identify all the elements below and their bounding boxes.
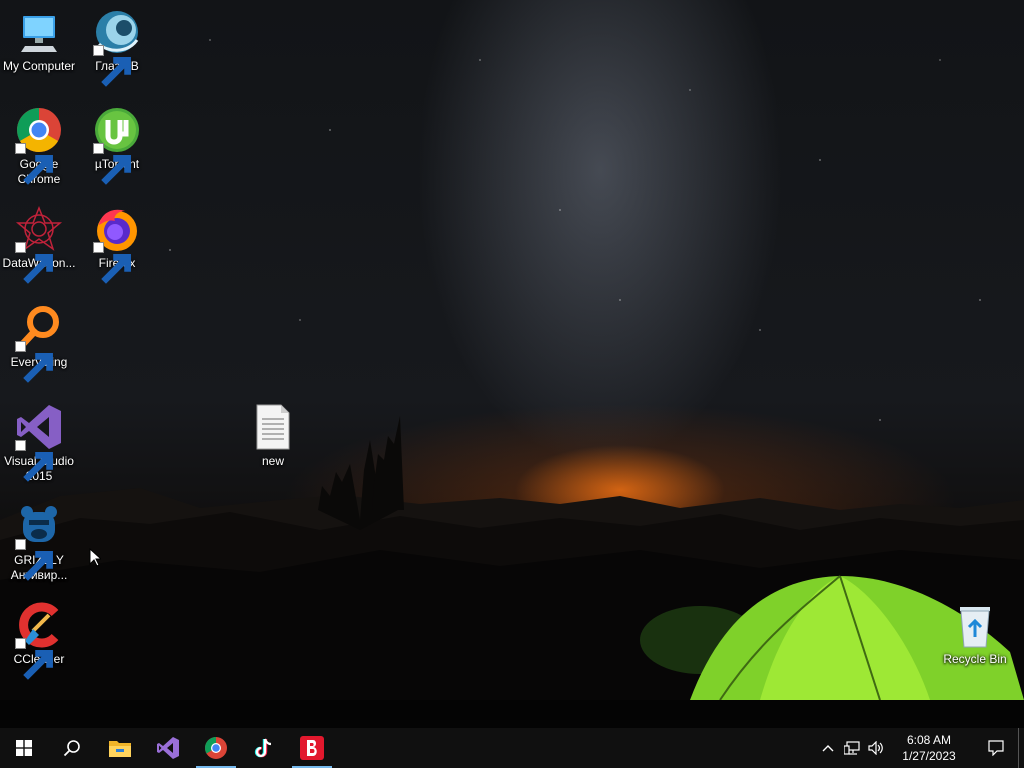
desktop-icon-recycle-bin[interactable]: Recycle Bin — [936, 601, 1014, 667]
system-tray: 6:08 AM 1/27/2023 — [816, 728, 1024, 768]
network-button[interactable] — [840, 728, 864, 768]
taskbar-b-app[interactable] — [288, 728, 336, 768]
volume-button[interactable] — [864, 728, 888, 768]
eye-tv-icon — [93, 8, 141, 87]
volume-icon — [868, 741, 883, 755]
visual-studio-icon — [157, 737, 179, 759]
visual-studio-icon — [15, 403, 63, 482]
shortcut-arrow-icon — [93, 143, 131, 185]
desktop-icon-google-chrome[interactable]: Google Chrome — [0, 106, 78, 187]
action-center-button[interactable] — [974, 728, 1018, 768]
magnifier-icon — [15, 304, 63, 383]
file-explorer-icon — [109, 741, 131, 757]
clock-time: 6:08 AM — [906, 733, 952, 747]
desktop-icon-firefox[interactable]: Firefox — [78, 205, 156, 284]
notification-icon — [988, 740, 1004, 756]
shortcut-arrow-icon — [15, 143, 53, 185]
desktop-icon-ccleaner[interactable]: CCleaner — [0, 601, 78, 680]
desktop-icon-grizzly[interactable]: GRIZZLY Антивир... — [0, 502, 78, 583]
taskbar-chrome[interactable] — [192, 728, 240, 768]
taskbar-tiktok[interactable] — [240, 728, 288, 768]
desktop-icon-visual-studio[interactable]: Visual Studio 2015 — [0, 403, 78, 484]
clock-date: 1/27/2023 — [902, 749, 956, 763]
shortcut-arrow-icon — [93, 242, 131, 284]
start-button[interactable] — [0, 728, 48, 768]
shortcut-arrow-icon — [15, 341, 53, 383]
chrome-icon — [205, 737, 227, 759]
desktop[interactable]: My Computer Google Chrome DataWagon... E… — [0, 0, 1024, 728]
firefox-icon — [93, 205, 141, 284]
shortcut-arrow-icon — [15, 638, 53, 680]
utorrent-icon — [93, 106, 141, 185]
show-desktop-button[interactable] — [1018, 728, 1024, 768]
taskbar-visual-studio[interactable] — [144, 728, 192, 768]
taskbar-file-explorer[interactable] — [96, 728, 144, 768]
shortcut-arrow-icon — [15, 440, 53, 482]
desktop-icon-datawagon[interactable]: DataWagon... — [0, 205, 78, 284]
shortcut-arrow-icon — [15, 539, 53, 581]
desktop-icon-my-computer[interactable]: My Computer — [0, 8, 78, 74]
clock[interactable]: 6:08 AM 1/27/2023 — [888, 732, 970, 764]
shortcut-arrow-icon — [15, 242, 53, 284]
icon-label: new — [261, 454, 284, 468]
desktop-icon-everything[interactable]: Everything — [0, 304, 78, 383]
search-button[interactable] — [48, 728, 96, 768]
desktop-icon-new-file[interactable]: new — [234, 403, 312, 469]
tiktok-icon — [254, 738, 272, 758]
taskbar: 6:08 AM 1/27/2023 — [0, 728, 1024, 768]
b-app-icon — [300, 736, 324, 760]
show-hidden-icons-button[interactable] — [816, 728, 840, 768]
chrome-icon — [15, 106, 63, 185]
search-icon — [63, 740, 80, 757]
desktop-icon-glaz-tv[interactable]: Глаз.ТВ — [78, 8, 156, 87]
recycle-bin-icon — [951, 601, 999, 649]
text-document-icon — [249, 403, 297, 451]
network-icon — [844, 741, 860, 755]
wallpaper-landscape — [0, 416, 1024, 728]
computer-icon — [15, 8, 63, 56]
grizzly-bear-icon — [15, 502, 63, 581]
icon-label: Recycle Bin — [943, 652, 1007, 666]
mouse-cursor-icon — [89, 548, 101, 567]
icon-label: My Computer — [2, 59, 76, 73]
windows-start-icon — [16, 740, 32, 756]
shortcut-arrow-icon — [93, 45, 131, 87]
datawagon-icon — [15, 205, 63, 284]
chevron-up-icon — [822, 745, 834, 752]
desktop-icon-utorrent[interactable]: µTorrent — [78, 106, 156, 185]
ccleaner-icon — [15, 601, 63, 680]
